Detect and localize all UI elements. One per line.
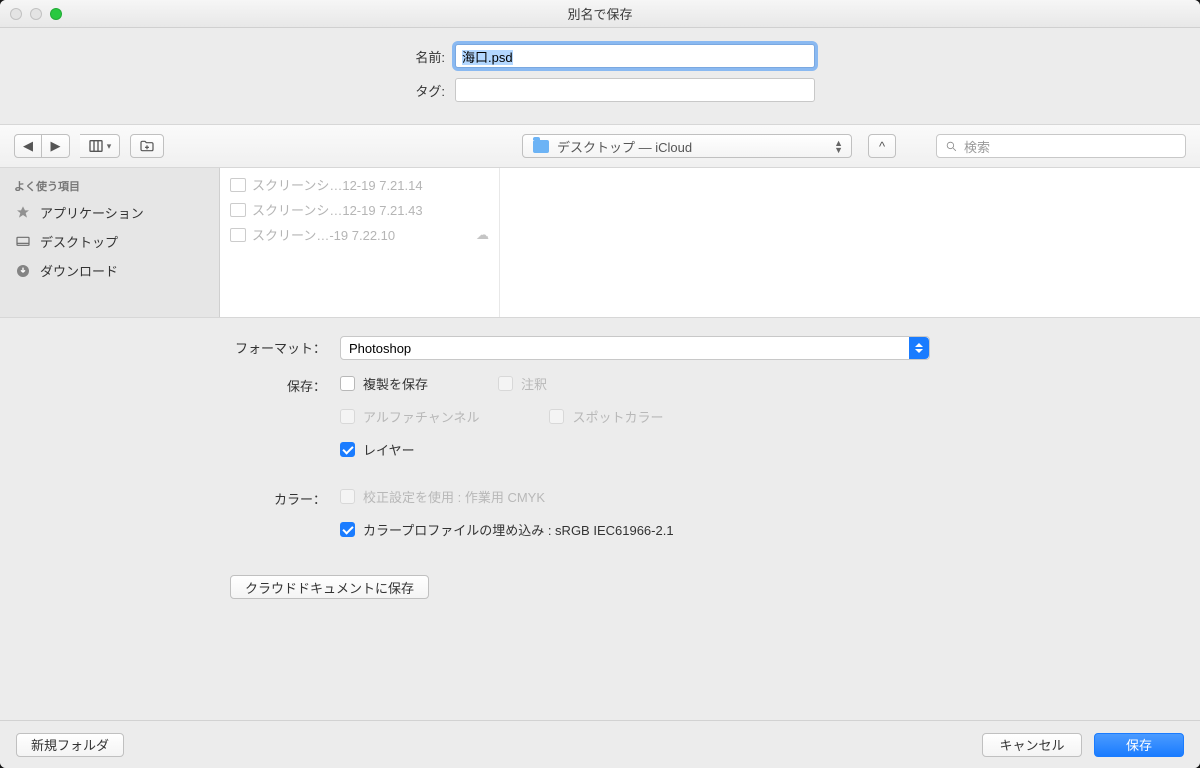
new-folder-toolbar-button[interactable] — [130, 134, 164, 158]
format-label: フォーマット： — [0, 336, 340, 360]
cloud-icon: ☁ — [476, 227, 489, 243]
sidebar-favorites-header: よく使う項目 — [0, 174, 219, 198]
color-options-label: カラー： — [0, 487, 340, 553]
file-icon — [230, 203, 246, 217]
save-options-label: 保存： — [0, 374, 340, 473]
preview-pane — [500, 168, 1200, 317]
save-button[interactable]: 保存 — [1094, 733, 1184, 757]
search-placeholder: 検索 — [964, 137, 990, 156]
new-folder-icon — [139, 138, 155, 154]
desktop-icon — [14, 234, 32, 250]
cancel-button[interactable]: キャンセル — [982, 733, 1082, 757]
layers-checkbox[interactable]: レイヤー — [340, 440, 415, 459]
spot-color-checkbox: スポットカラー — [549, 407, 663, 426]
dialog-footer: 新規フォルダ キャンセル 保存 — [0, 720, 1200, 768]
file-item[interactable]: スクリーンシ…12-19 7.21.14 — [220, 172, 499, 197]
location-label: デスクトップ — iCloud — [557, 137, 692, 156]
save-as-dialog: 別名で保存 名前: 海口.psd タグ: ◀ ▶ ▾ デスクトップ — iClo… — [0, 0, 1200, 768]
updown-icon: ▲▼ — [834, 140, 843, 154]
tag-input[interactable] — [455, 78, 815, 102]
collapse-browser-button[interactable]: ^ — [868, 134, 896, 158]
search-icon — [945, 140, 958, 153]
file-list: スクリーンシ…12-19 7.21.14 スクリーンシ…12-19 7.21.4… — [220, 168, 500, 317]
sidebar: よく使う項目 アプリケーション デスクトップ ダウンロード — [0, 168, 220, 317]
filename-input[interactable]: 海口.psd — [455, 44, 815, 68]
tag-label: タグ: — [385, 81, 445, 100]
file-icon — [230, 228, 246, 242]
format-select[interactable]: Photoshop — [340, 336, 930, 360]
location-popup-button[interactable]: デスクトップ — iCloud ▲▼ — [522, 134, 852, 158]
sidebar-item-applications[interactable]: アプリケーション — [0, 198, 219, 227]
proof-setup-checkbox: 校正設定を使用 : 作業用 CMYK — [340, 487, 545, 506]
view-mode-button[interactable]: ▾ — [80, 134, 120, 158]
nav-forward-button[interactable]: ▶ — [42, 134, 70, 158]
downloads-icon — [14, 263, 32, 279]
sidebar-item-desktop[interactable]: デスクトップ — [0, 227, 219, 256]
new-folder-button[interactable]: 新規フォルダ — [16, 733, 124, 757]
embed-profile-checkbox[interactable]: カラープロファイルの埋め込み : sRGB IEC61966-2.1 — [340, 520, 674, 539]
annotations-checkbox: 注釈 — [498, 374, 547, 393]
folder-icon — [533, 140, 549, 153]
file-icon — [230, 178, 246, 192]
titlebar: 別名で保存 — [0, 0, 1200, 28]
name-label: 名前: — [385, 47, 445, 66]
alpha-channel-checkbox: アルファチャンネル — [340, 407, 479, 426]
columns-icon — [88, 138, 104, 154]
search-field[interactable]: 検索 — [936, 134, 1186, 158]
save-to-cloud-button[interactable]: クラウドドキュメントに保存 — [230, 575, 429, 599]
sidebar-item-downloads[interactable]: ダウンロード — [0, 256, 219, 285]
select-stepper-icon — [909, 337, 929, 359]
browser-toolbar: ◀ ▶ ▾ デスクトップ — iCloud ▲▼ ^ 検索 — [0, 124, 1200, 168]
save-copy-checkbox[interactable]: 複製を保存 — [340, 374, 428, 393]
window-title: 別名で保存 — [0, 4, 1200, 23]
file-item[interactable]: スクリーン…-19 7.22.10☁ — [220, 222, 499, 247]
save-options: フォーマット： Photoshop 保存： 複製を保存 注釈 アルファチャンネル… — [0, 318, 1200, 720]
applications-icon — [14, 205, 32, 221]
file-item[interactable]: スクリーンシ…12-19 7.21.43 — [220, 197, 499, 222]
nav-back-button[interactable]: ◀ — [14, 134, 42, 158]
